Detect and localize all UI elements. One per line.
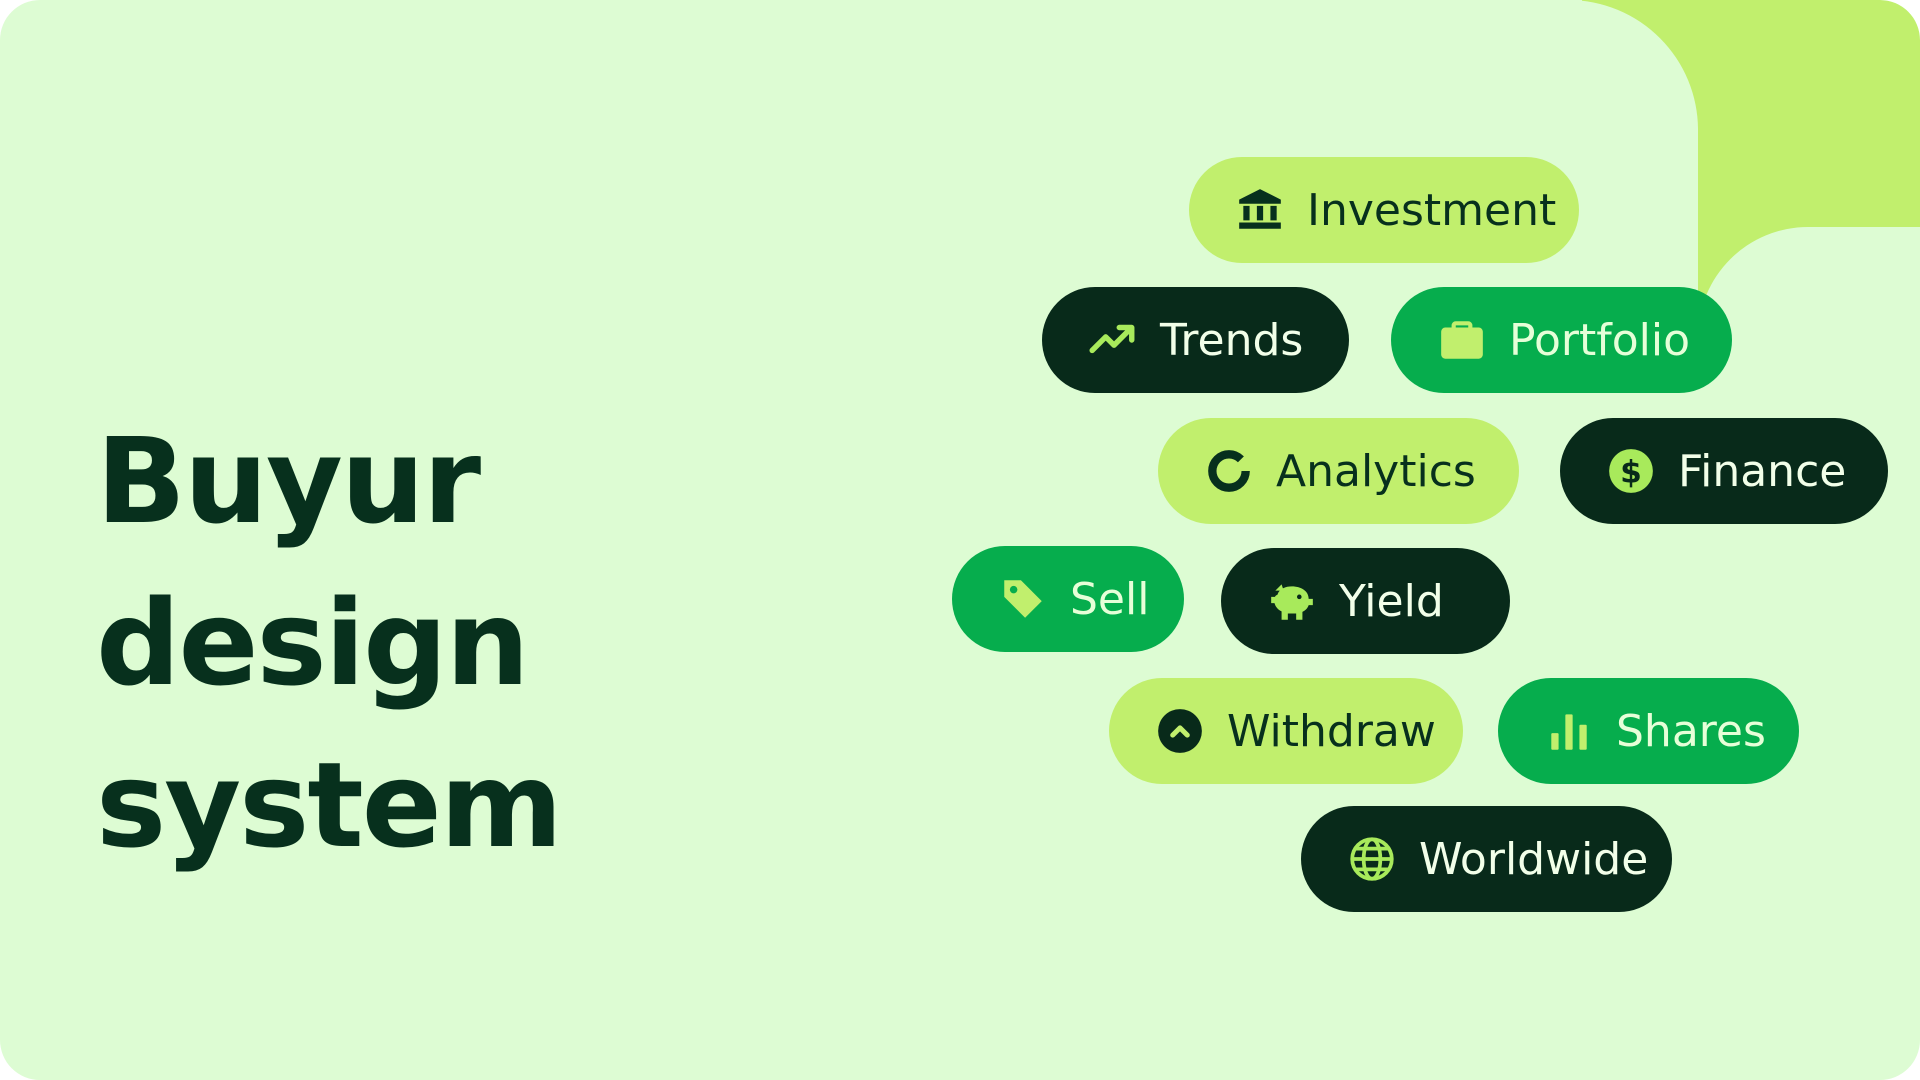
globe-icon	[1347, 834, 1397, 884]
bar-chart-icon	[1544, 706, 1594, 756]
title-line-2: system	[96, 736, 563, 874]
chip-label: Finance	[1678, 445, 1847, 497]
tag-icon	[998, 574, 1048, 624]
dollar-coin-icon: $	[1606, 446, 1656, 496]
chip-label: Shares	[1616, 705, 1766, 757]
chip-label: Withdraw	[1227, 705, 1436, 757]
chip-label: Yield	[1339, 575, 1444, 627]
chip-withdraw[interactable]: Withdraw	[1109, 678, 1463, 784]
chip-yield[interactable]: Yield	[1221, 548, 1510, 654]
chip-label: Investment	[1307, 184, 1557, 236]
svg-text:$: $	[1620, 454, 1642, 490]
briefcase-icon	[1437, 315, 1487, 365]
bank-icon	[1235, 185, 1285, 235]
chip-portfolio[interactable]: Portfolio	[1391, 287, 1732, 393]
piggy-bank-icon	[1267, 576, 1317, 626]
chip-label: Sell	[1070, 573, 1150, 625]
trending-up-icon	[1088, 315, 1138, 365]
chip-worldwide[interactable]: Worldwide	[1301, 806, 1672, 912]
donut-chart-icon	[1204, 446, 1254, 496]
title-line-1: Buyur design	[96, 412, 530, 712]
chip-sell[interactable]: Sell	[952, 546, 1184, 652]
chip-investment[interactable]: Investment	[1189, 157, 1579, 263]
chevron-up-circle-icon	[1155, 706, 1205, 756]
chip-label: Portfolio	[1509, 314, 1691, 366]
page-title: Buyur design system	[96, 400, 896, 886]
chip-trends[interactable]: Trends	[1042, 287, 1349, 393]
chip-label: Analytics	[1276, 445, 1476, 497]
chip-label: Trends	[1160, 314, 1304, 366]
chip-label: Worldwide	[1419, 833, 1649, 885]
hero-card: Buyur design system Investment Trends Po…	[0, 0, 1920, 1080]
chip-analytics[interactable]: Analytics	[1158, 418, 1519, 524]
chip-finance[interactable]: $ Finance	[1560, 418, 1888, 524]
chip-shares[interactable]: Shares	[1498, 678, 1799, 784]
